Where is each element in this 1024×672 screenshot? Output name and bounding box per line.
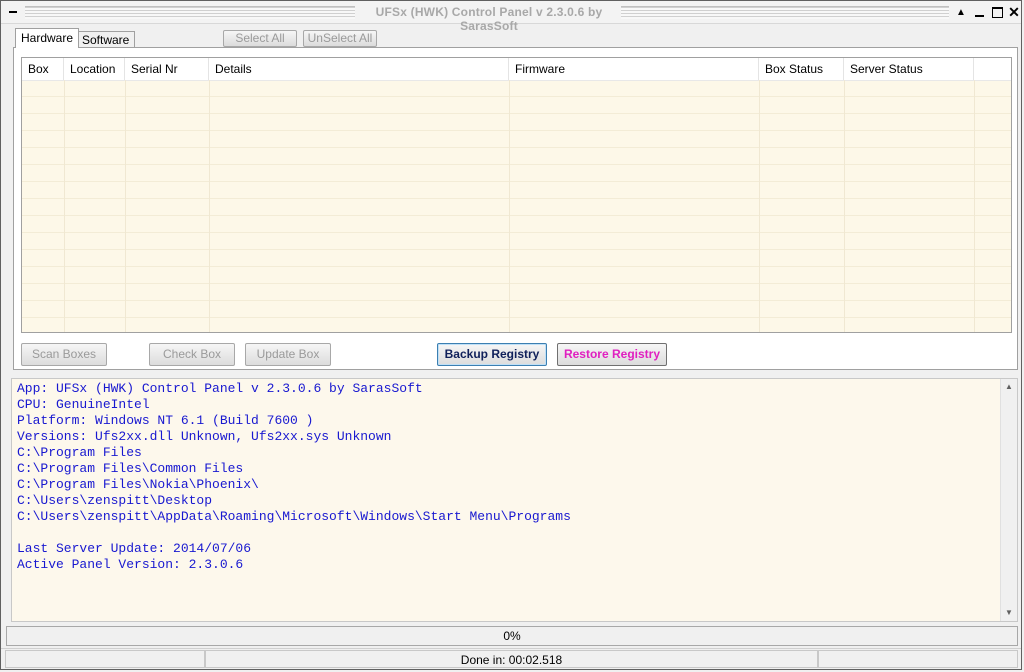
maximize-icon [991, 6, 1003, 18]
unselect-all-button[interactable]: UnSelect All [303, 30, 377, 47]
column-header-serial-nr[interactable]: Serial Nr [125, 58, 209, 80]
restore-registry-button[interactable]: Restore Registry [557, 343, 667, 366]
grid-column-location [64, 80, 126, 332]
grid-column-box [22, 80, 65, 332]
status-cell-right [818, 650, 1018, 668]
tab-software[interactable]: Software [76, 31, 136, 48]
log-line: CPU: GenuineIntel [17, 397, 150, 412]
grid-column-details [209, 80, 510, 332]
grid-column-serial-nr [125, 80, 210, 332]
log-line: Platform: Windows NT 6.1 (Build 7600 ) [17, 413, 314, 428]
scroll-down-icon[interactable]: ▼ [1001, 605, 1017, 621]
status-bar: Done in: 00:02.518 [1, 648, 1021, 669]
log-line: C:\Users\zenspitt\AppData\Roaming\Micros… [17, 509, 571, 524]
tab-hardware[interactable]: Hardware [15, 28, 80, 48]
log-scrollbar[interactable]: ▲ ▼ [1000, 379, 1017, 621]
rollup-arrow-icon[interactable]: ▲ [953, 4, 969, 20]
minimize-icon [974, 15, 984, 17]
hardware-tab-panel: Box Location Serial Nr Details Firmware … [13, 47, 1018, 370]
update-box-button[interactable]: Update Box [245, 343, 331, 366]
column-header-firmware[interactable]: Firmware [509, 58, 759, 80]
log-lines: App: UFSx (HWK) Control Panel v 2.3.0.6 … [17, 381, 571, 573]
log-line: C:\Program Files\Common Files [17, 461, 244, 476]
column-header-box-status[interactable]: Box Status [759, 58, 844, 80]
backup-registry-button[interactable]: Backup Registry [437, 343, 547, 366]
log-line: C:\Program Files\Nokia\Phoenix\ [17, 477, 259, 492]
close-button[interactable]: ✕ [1006, 4, 1021, 20]
status-cell-left [5, 650, 205, 668]
grid-column-server-status [844, 80, 975, 332]
scan-boxes-button[interactable]: Scan Boxes [21, 343, 107, 366]
title-grip-right [621, 6, 949, 19]
column-header-server-status[interactable]: Server Status [844, 58, 974, 80]
log-line: Versions: Ufs2xx.dll Unknown, Ufs2xx.sys… [17, 429, 392, 444]
window-title: UFSx (HWK) Control Panel v 2.3.0.6 by Sa… [375, 5, 603, 33]
status-done-time: Done in: 00:02.518 [205, 650, 818, 668]
column-header-details[interactable]: Details [209, 58, 509, 80]
check-box-button[interactable]: Check Box [149, 343, 235, 366]
title-bar[interactable]: UFSx (HWK) Control Panel v 2.3.0.6 by Sa… [1, 1, 1021, 33]
minimize-button[interactable] [971, 4, 987, 20]
grid-body[interactable] [22, 80, 1011, 332]
progress-bar: 0% [6, 626, 1018, 646]
log-output[interactable]: App: UFSx (HWK) Control Panel v 2.3.0.6 … [11, 378, 1018, 622]
system-menu-icon[interactable] [7, 5, 21, 17]
column-header-location[interactable]: Location [64, 58, 125, 80]
grid-header: Box Location Serial Nr Details Firmware … [22, 58, 1011, 81]
grid-column-box-status [759, 80, 845, 332]
select-all-button[interactable]: Select All [223, 30, 297, 47]
log-line: Active Panel Version: 2.3.0.6 [17, 557, 244, 572]
column-header-box[interactable]: Box [22, 58, 64, 80]
progress-label: 0% [503, 629, 521, 643]
column-header-filler [974, 58, 1011, 80]
log-line: App: UFSx (HWK) Control Panel v 2.3.0.6 … [17, 381, 423, 396]
maximize-button[interactable] [989, 4, 1005, 20]
log-line: C:\Users\zenspitt\Desktop [17, 493, 213, 508]
grid-column-firmware [509, 80, 760, 332]
main-window: UFSx (HWK) Control Panel v 2.3.0.6 by Sa… [0, 0, 1022, 670]
title-grip-left [25, 6, 355, 19]
log-line: Last Server Update: 2014/07/06 [17, 541, 252, 556]
scroll-up-icon[interactable]: ▲ [1001, 379, 1017, 395]
log-line: C:\Program Files [17, 445, 142, 460]
box-grid[interactable]: Box Location Serial Nr Details Firmware … [21, 57, 1012, 333]
